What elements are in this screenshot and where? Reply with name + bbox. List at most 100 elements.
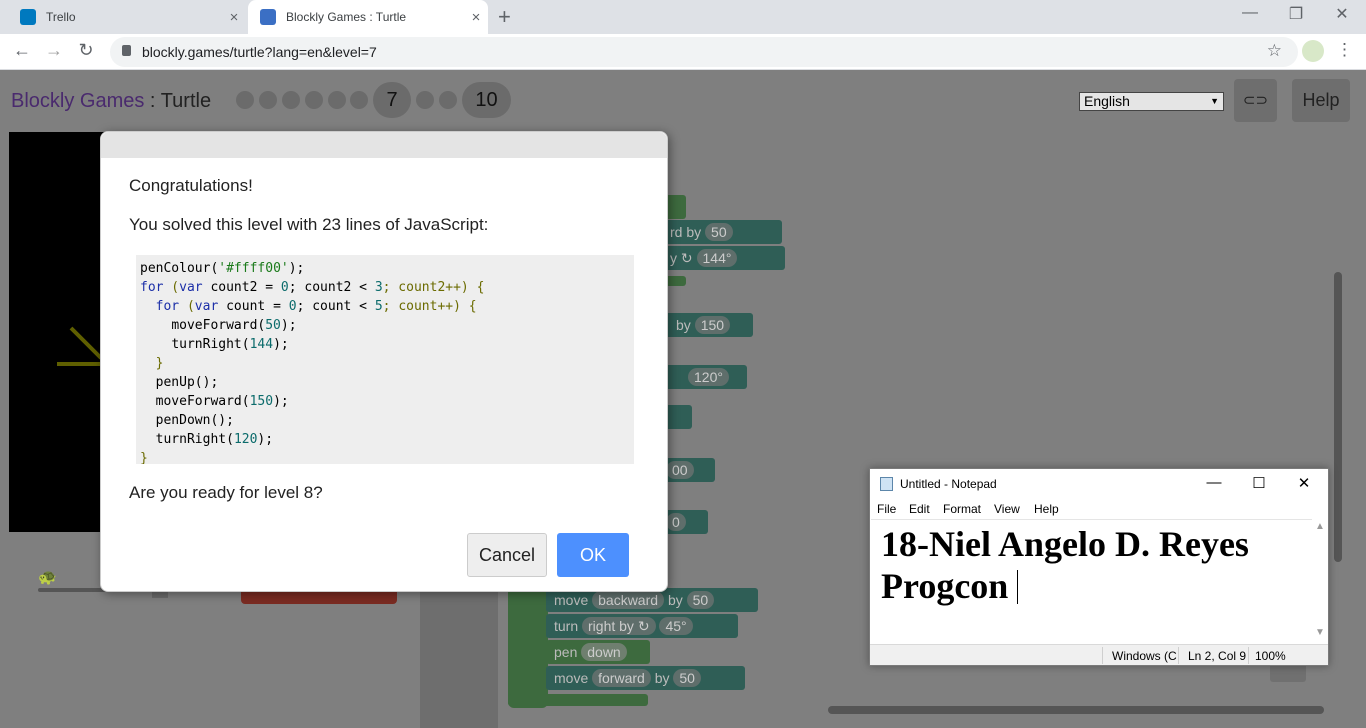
block-field[interactable]: 45° [659, 617, 693, 635]
text-line: 18-Niel Angelo D. Reyes [881, 524, 1249, 564]
page-title: Blockly Games : Turtle [11, 90, 211, 113]
drawn-line [69, 326, 103, 360]
menu-file[interactable]: File [877, 502, 896, 516]
block-label: move [554, 592, 589, 608]
code-token: turnRight( [171, 337, 250, 352]
status-encoding: Windows (C [1112, 649, 1177, 663]
code-token: ); [288, 261, 305, 276]
block-field[interactable]: 120° [688, 368, 729, 386]
tab-close-icon[interactable]: × [464, 9, 488, 26]
language-select[interactable]: English ▼ [1079, 92, 1224, 111]
tab-title: Blockly Games : Turtle [286, 10, 407, 24]
block-field[interactable]: 144° [696, 249, 738, 267]
block-field[interactable]: down [581, 643, 627, 661]
block-field[interactable]: 150 [694, 316, 731, 334]
url-field[interactable]: blockly.games/turtle?lang=en&level=7 ☆ [110, 37, 1298, 67]
dialog-header[interactable] [101, 132, 667, 158]
run-program-button[interactable] [241, 590, 397, 604]
code-line: penUp(); [140, 373, 634, 392]
pen-down-block[interactable]: pen down [546, 640, 650, 664]
code-listing[interactable]: penColour('#ffff00'); for (var count2 = … [136, 255, 634, 464]
block-label: by [667, 592, 683, 608]
workspace-horizontal-scrollbar[interactable] [828, 706, 1324, 714]
window-restore-button[interactable]: ❐ [1276, 4, 1316, 24]
cancel-button[interactable]: Cancel [467, 533, 547, 577]
forward-button[interactable]: → [42, 40, 66, 61]
menu-edit[interactable]: Edit [909, 502, 930, 516]
code-token: (); [194, 375, 219, 390]
move-forward-block[interactable]: move forward by 50 [546, 666, 745, 690]
notepad-title-bar[interactable]: Untitled - Notepad — ☐ ✕ [870, 469, 1328, 499]
link-button[interactable]: ⊂⊃ [1234, 79, 1277, 122]
menu-format[interactable]: Format [943, 502, 981, 516]
level-dot-1[interactable] [236, 91, 254, 109]
text-line: Progcon [881, 566, 1018, 606]
window-close-button[interactable]: ✕ [1322, 4, 1362, 24]
block-field[interactable]: 0 [666, 513, 686, 531]
current-level-button[interactable]: 7 [373, 82, 411, 118]
block-label: pen [554, 644, 578, 660]
back-button[interactable]: ← [10, 40, 34, 61]
code-token: moveForward( [155, 394, 250, 409]
level-dot-5[interactable] [328, 91, 346, 109]
code-token: 120 [233, 432, 258, 447]
scroll-down-icon[interactable]: ▼ [1315, 627, 1325, 638]
block-label: move [554, 670, 589, 686]
help-button[interactable]: Help [1292, 79, 1350, 122]
menu-view[interactable]: View [994, 502, 1020, 516]
level-dot-6[interactable] [350, 91, 368, 109]
scroll-up-icon[interactable]: ▲ [1315, 521, 1325, 532]
block-field[interactable]: forward [592, 669, 651, 687]
code-token: '#ffff00' [218, 261, 289, 276]
workspace-vertical-scrollbar[interactable] [1334, 272, 1342, 562]
block-field[interactable]: right by ↻ [582, 617, 656, 635]
code-token: } [155, 356, 164, 371]
profile-avatar[interactable] [1302, 40, 1324, 62]
title-separator: : [144, 90, 161, 112]
ok-button[interactable]: OK [557, 533, 629, 577]
text-line-with-caret: Progcon [881, 565, 1312, 607]
code-token: ; count2 < [288, 280, 375, 295]
turn-right-block[interactable]: turn right by ↻ 45° [546, 614, 738, 638]
repeat-block-body[interactable] [508, 590, 548, 708]
window-minimize-button[interactable]: — [1230, 4, 1270, 22]
new-tab-button[interactable]: + [498, 4, 511, 30]
browser-menu-icon[interactable]: ⋮ [1336, 40, 1353, 60]
slow-turtle-icon: 🐢 [38, 569, 57, 586]
block-field[interactable]: backward [592, 591, 665, 609]
code-token: ); [273, 337, 289, 352]
menu-help[interactable]: Help [1034, 502, 1059, 516]
lock-icon [122, 45, 131, 56]
notepad-minimize-button[interactable]: — [1194, 474, 1234, 491]
max-level-button[interactable]: 10 [462, 82, 511, 118]
tab-close-icon[interactable]: × [222, 9, 246, 26]
block-field[interactable]: 50 [673, 669, 701, 687]
code-token: ); [257, 432, 274, 447]
level-dot-4[interactable] [305, 91, 323, 109]
bookmark-star-icon[interactable]: ☆ [1267, 41, 1282, 61]
repeat-block-footer[interactable] [508, 694, 648, 706]
level-dot-9[interactable] [439, 91, 457, 109]
code-token: count = [218, 299, 289, 314]
notepad-close-button[interactable]: ✕ [1284, 474, 1324, 492]
brand-link[interactable]: Blockly Games [11, 90, 144, 112]
notepad-maximize-button[interactable]: ☐ [1239, 474, 1279, 492]
block-field[interactable]: 00 [666, 461, 694, 479]
block-field[interactable]: 50 [686, 591, 715, 609]
tab-blockly-turtle[interactable]: Blockly Games : Turtle × [248, 0, 488, 34]
notepad-vertical-scrollbar[interactable]: ▲ ▼ [1312, 519, 1328, 643]
reload-button[interactable]: ↻ [74, 40, 98, 61]
level-dot-8[interactable] [416, 91, 434, 109]
dropdown-arrow-icon: ▼ [1210, 96, 1219, 106]
level-dot-3[interactable] [282, 91, 300, 109]
code-token: ); [273, 394, 289, 409]
block-field[interactable]: 50 [705, 223, 733, 241]
notepad-text-area[interactable]: 18-Niel Angelo D. Reyes Progcon [871, 519, 1312, 643]
level-dot-2[interactable] [259, 91, 277, 109]
code-token: penUp [155, 375, 195, 390]
tab-trello[interactable]: Trello × [8, 0, 246, 34]
url-text: blockly.games/turtle?lang=en&level=7 [142, 44, 377, 60]
